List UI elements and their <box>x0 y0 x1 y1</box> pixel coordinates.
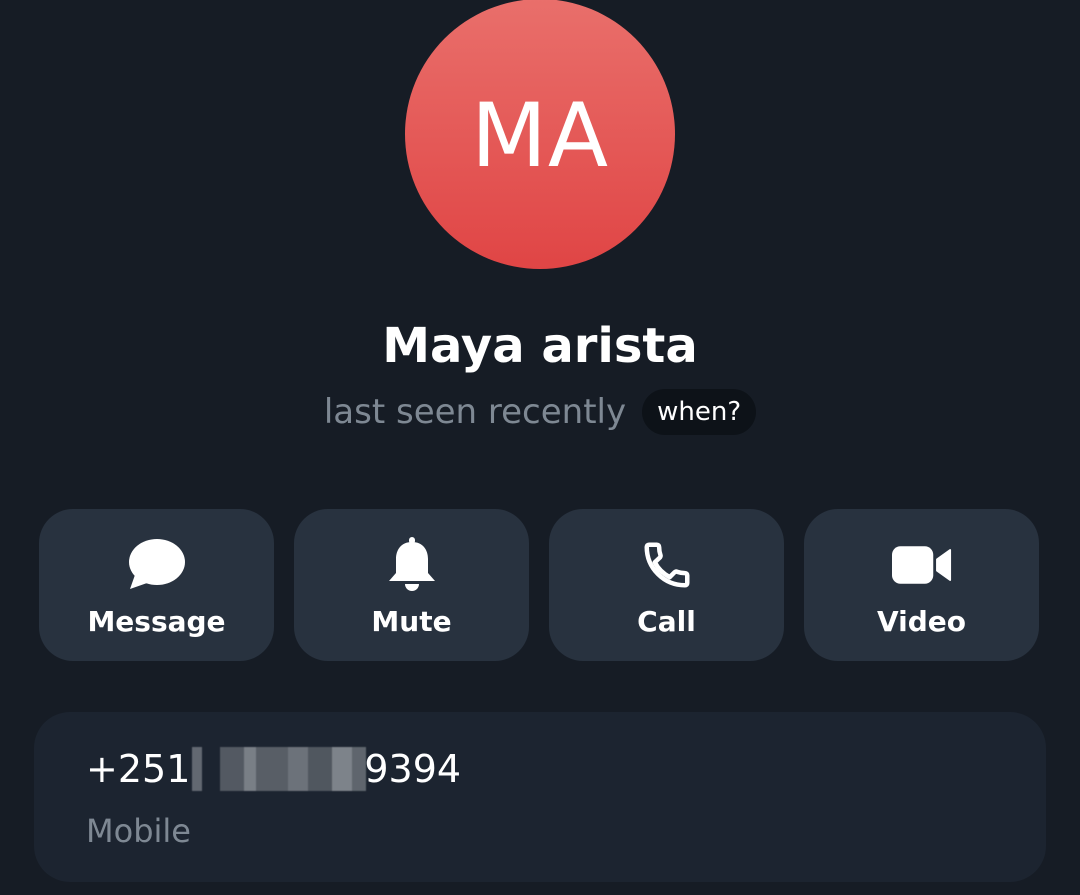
action-buttons: Message Mute Call Video <box>39 509 1039 661</box>
redacted-digits <box>192 747 367 791</box>
avatar[interactable]: MA <box>405 0 675 269</box>
phone-prefix: +251 <box>86 747 191 791</box>
phone-number[interactable]: +251 9394 <box>86 744 461 794</box>
when-chip[interactable]: when? <box>642 389 757 435</box>
message-bubble-icon <box>127 535 187 595</box>
mute-button[interactable]: Mute <box>294 509 529 661</box>
phone-suffix: 9394 <box>364 747 462 791</box>
phone-icon <box>637 535 697 595</box>
message-button[interactable]: Message <box>39 509 274 661</box>
contact-name: Maya arista <box>382 318 698 374</box>
call-button[interactable]: Call <box>549 509 784 661</box>
message-label: Message <box>87 605 226 638</box>
mute-label: Mute <box>371 605 452 638</box>
status-row: last seen recently when? <box>0 388 1080 436</box>
video-label: Video <box>876 605 967 638</box>
phone-info-card[interactable]: +251 9394 Mobile <box>34 712 1046 882</box>
bell-icon <box>382 535 442 595</box>
last-seen-status: last seen recently <box>323 392 627 432</box>
call-label: Call <box>637 605 696 638</box>
video-camera-icon <box>891 535 952 595</box>
phone-type-label: Mobile <box>86 812 191 850</box>
video-button[interactable]: Video <box>804 509 1039 661</box>
avatar-initials: MA <box>470 83 610 187</box>
